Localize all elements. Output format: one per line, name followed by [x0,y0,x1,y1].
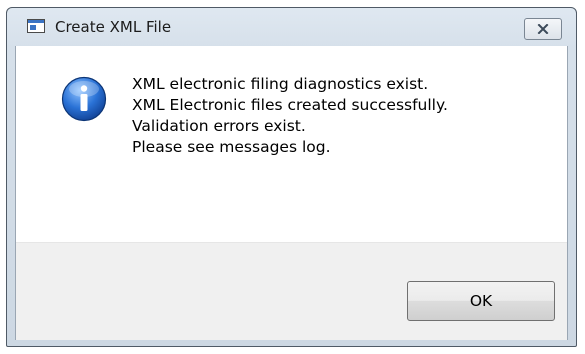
title-bar[interactable]: Create XML File [7,8,576,41]
message-line: XML electronic filing diagnostics exist. [132,75,429,93]
message-line: Validation errors exist. [132,117,306,135]
message-line: XML Electronic files created successfull… [132,96,448,114]
app-window-icon [27,19,45,33]
dialog-window: Create XML File XML electronic filing di… [6,7,577,347]
ok-button[interactable]: OK [407,281,555,321]
dialog-title: Create XML File [55,18,172,36]
close-icon [537,24,549,34]
close-button[interactable] [524,18,562,40]
info-icon [61,76,107,122]
message-text: XML electronic filing diagnostics exist.… [132,74,448,158]
message-line: Please see messages log. [132,138,331,156]
